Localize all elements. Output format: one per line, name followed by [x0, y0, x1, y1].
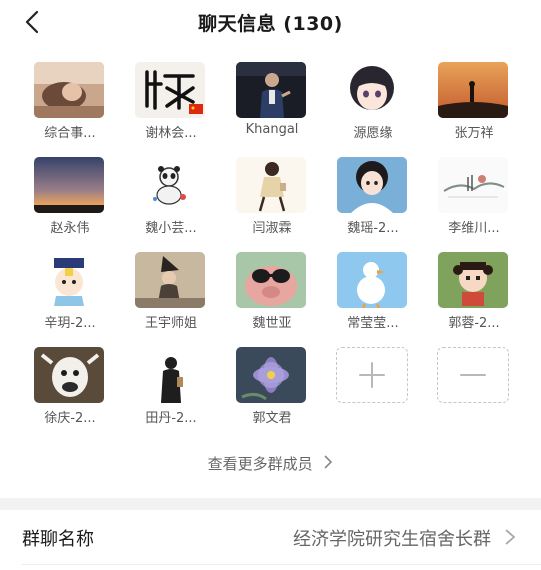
member-item[interactable]: 谢林会... [123, 62, 213, 152]
member-item[interactable]: Khangal [224, 62, 314, 152]
member-item[interactable]: 辛玥-2... [22, 252, 112, 342]
group-name-label: 群聊名称 [22, 529, 94, 550]
avatar [337, 252, 407, 308]
avatar [34, 62, 104, 118]
avatar [337, 62, 407, 118]
member-name: 郭文君 [252, 411, 292, 426]
member-item[interactable]: 王宇师姐 [123, 252, 213, 342]
member-name: 魏瑶-2... [347, 221, 399, 236]
member-item[interactable]: 魏世亚 [224, 252, 314, 342]
member-item[interactable]: 魏瑶-2... [325, 157, 415, 247]
view-more-members-label: 查看更多群成员 [207, 455, 313, 473]
member-item[interactable]: 常莹莹... [325, 252, 415, 342]
member-grid: 综合事... 谢林会... Khangal 源愿缘 张万祥 赵永伟 魏小芸...… [0, 0, 541, 440]
member-name: 常莹莹... [347, 316, 399, 331]
avatar [34, 157, 104, 213]
member-name: 源愿缘 [353, 126, 393, 141]
member-item[interactable]: 郭蓉-2... [426, 252, 516, 342]
view-more-members-link[interactable]: 查看更多群成员 [0, 453, 541, 474]
chevron-right-icon [324, 455, 333, 469]
member-name: 田丹-2... [145, 411, 197, 426]
avatar [135, 252, 205, 308]
member-name: 李维川... [448, 221, 500, 236]
member-item[interactable]: 郭文君 [224, 347, 314, 437]
avatar [438, 252, 508, 308]
member-name: 徐庆-2... [44, 411, 96, 426]
member-item[interactable]: 赵永伟 [22, 157, 112, 247]
avatar [34, 252, 104, 308]
avatar [236, 62, 306, 118]
member-name: 魏世亚 [252, 316, 292, 331]
member-name: Khangal [245, 122, 299, 137]
avatar [438, 157, 508, 213]
add-member-button[interactable] [336, 347, 408, 403]
minus-icon [460, 374, 486, 376]
group-name-row[interactable]: 群聊名称 经济学院研究生宿舍长群 [0, 510, 541, 564]
avatar [337, 157, 407, 213]
avatar [236, 347, 306, 403]
member-item[interactable]: 魏小芸... [123, 157, 213, 247]
member-item[interactable]: 徐庆-2... [22, 347, 112, 437]
avatar [135, 62, 205, 118]
member-name: 赵永伟 [50, 221, 90, 236]
group-name-value: 经济学院研究生宿舍长群 [293, 529, 491, 550]
row-divider [22, 564, 541, 565]
member-item[interactable]: 闫淑霖 [224, 157, 314, 247]
member-name: 谢林会... [145, 126, 197, 141]
member-item[interactable]: 田丹-2... [123, 347, 213, 437]
member-name: 综合事... [44, 126, 96, 141]
avatar [135, 347, 205, 403]
avatar [236, 157, 306, 213]
avatar [34, 347, 104, 403]
member-name: 张万祥 [454, 126, 494, 141]
member-item[interactable]: 综合事... [22, 62, 112, 152]
plus-icon [359, 362, 385, 388]
remove-member-button[interactable] [437, 347, 509, 403]
member-name: 郭蓉-2... [448, 316, 500, 331]
member-name: 辛玥-2... [44, 316, 96, 331]
avatar [236, 252, 306, 308]
member-name: 魏小芸... [145, 221, 197, 236]
member-item[interactable]: 张万祥 [426, 62, 516, 152]
section-divider [0, 498, 541, 510]
member-name: 王宇师姐 [144, 316, 197, 331]
avatar [135, 157, 205, 213]
member-name: 闫淑霖 [252, 221, 292, 236]
member-item[interactable]: 源愿缘 [325, 62, 415, 152]
chevron-right-icon [505, 529, 516, 545]
member-item[interactable]: 李维川... [426, 157, 516, 247]
avatar [438, 62, 508, 118]
